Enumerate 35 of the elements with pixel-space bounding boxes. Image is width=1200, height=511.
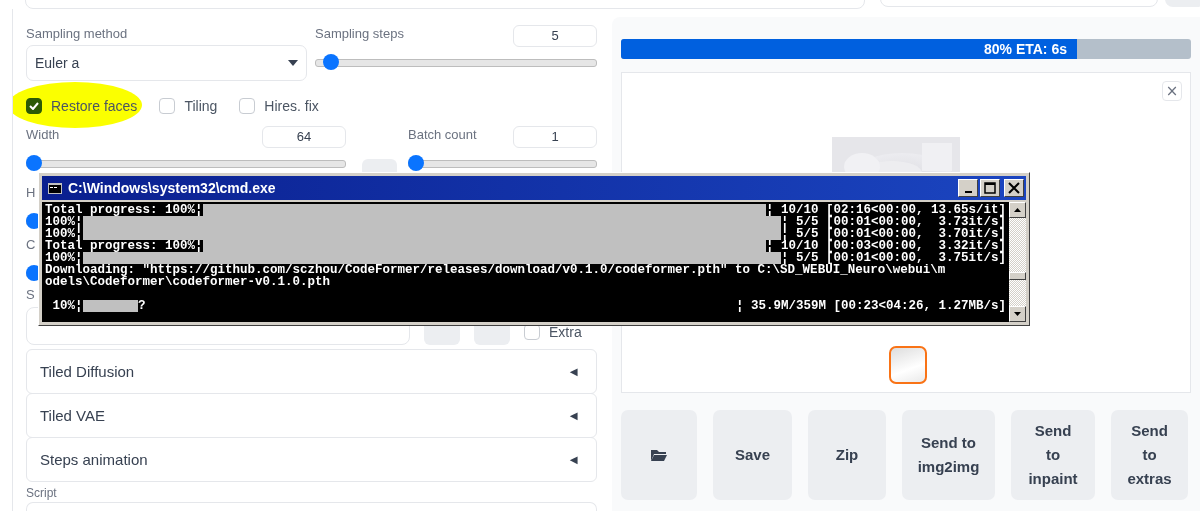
arrow-icon: ◄	[567, 452, 580, 467]
console-line: Total progress: 100%¦	[45, 204, 203, 216]
field-label: C	[26, 236, 36, 254]
accordion-title: Tiled VAE	[40, 407, 106, 424]
console-line: ¦ 10/10 [02:16<00:00, 13.65s/it]	[765, 204, 1006, 216]
field-label: Sampling method	[26, 25, 129, 43]
accordion-title: Steps animation	[40, 451, 148, 468]
arrow-icon: ◄	[567, 364, 580, 379]
console-line: Total progress: 100%¦	[45, 240, 203, 252]
console-line: ?	[138, 300, 146, 312]
field-label: S	[26, 286, 36, 304]
window-title: C:\Windows\system32\cmd.exe	[68, 180, 277, 196]
console-line: ¦ 5/5 [00:01<00:00, 3.75it/s]	[780, 252, 1006, 264]
console-line: 100%¦	[45, 228, 83, 240]
field-label: H	[26, 184, 36, 202]
console-line: ¦ 5/5 [00:01<00:00, 3.73it/s]	[780, 216, 1006, 228]
console-line: ¦ 5/5 [00:01<00:00, 3.70it/s]	[780, 228, 1006, 240]
console-line: odels\Codeformer\codeformer-v0.1.0.pth	[45, 276, 331, 288]
field-label: Batch count	[408, 126, 477, 144]
console-line: ¦ 10/10 [00:03<00:00, 3.32it/s]	[765, 240, 1006, 252]
field-label: Script	[26, 485, 58, 502]
field-label: Width	[26, 126, 60, 144]
checkbox-label: Restore faces	[51, 98, 138, 114]
arrow-icon: ◄	[567, 408, 580, 423]
checkbox-label: Extra	[549, 324, 582, 340]
console-line: 10%¦	[51, 300, 83, 312]
progress-fill: 80% ETA: 6s	[621, 39, 1077, 59]
checkbox-label: Tiling	[184, 98, 218, 114]
console-line: 100%¦	[45, 252, 83, 264]
console-line: Downloading: "https://github.com/sczhou/CodeFormer/releases/download/v0.1.0/codeformer.pth" to C:\SD_WEBUI_Neuro\webui\m	[45, 264, 946, 276]
checkbox-label: Hires. fix	[264, 98, 319, 114]
accordion-title: Tiled Diffusion	[40, 363, 135, 380]
console-line: 100%¦	[45, 216, 83, 228]
console-line: ¦ 35.9M/359M [00:23<04:26, 1.27MB/s]	[735, 300, 1006, 312]
field-label: Sampling steps	[315, 25, 404, 43]
